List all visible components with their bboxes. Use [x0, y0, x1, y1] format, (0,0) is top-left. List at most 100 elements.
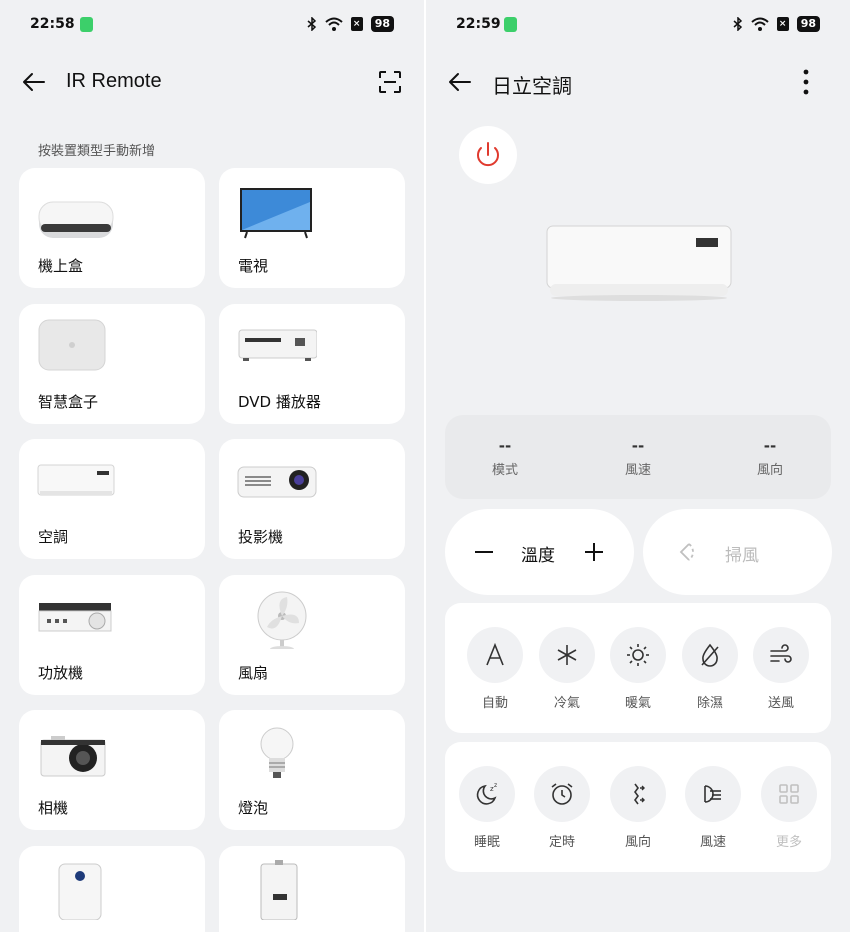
section-label: 按裝置類型手動新增: [38, 144, 156, 159]
camera-icon: [40, 736, 106, 777]
device-card-water-heater[interactable]: [219, 846, 405, 932]
info-label: 模式: [491, 463, 518, 478]
device-label: DVD 播放器: [238, 393, 321, 411]
power-icon: [477, 142, 499, 167]
swing-button[interactable]: 掃風: [643, 509, 832, 595]
mode-heat-button[interactable]: [610, 627, 666, 683]
device-label: 機上盒: [38, 257, 84, 275]
ac-remote-screen: 22:59 × 98 日立空調 -- 模式 -- 風速 -- 風向 溫度 掃風 …: [426, 0, 850, 932]
dvd-player-icon: [238, 329, 317, 361]
mode-auto-button[interactable]: [467, 627, 523, 683]
fan-speed-button[interactable]: [685, 766, 741, 822]
status-bar: 22:58 × 98: [0, 14, 424, 36]
no-sim-icon: ×: [776, 17, 789, 31]
notification-icon: [80, 17, 93, 32]
info-mode: -- 模式: [465, 437, 545, 478]
more-options-icon[interactable]: [802, 68, 810, 96]
mode-label: 送風: [767, 696, 794, 711]
page-title: 日立空調: [492, 76, 572, 98]
direction-button[interactable]: [610, 766, 666, 822]
air-conditioner-icon: [37, 464, 115, 496]
mode-label: 自動: [481, 696, 508, 711]
dehumidify-icon: [701, 643, 719, 667]
info-label: 風速: [624, 463, 651, 478]
device-card-projector[interactable]: 投影機: [219, 439, 405, 559]
fan-speed-icon: [704, 785, 721, 803]
swing-label: 掃風: [725, 546, 759, 566]
mode-cool-button[interactable]: [539, 627, 595, 683]
bluetooth-icon: [307, 17, 316, 31]
status-icons: × 98: [307, 16, 394, 32]
device-label: 燈泡: [238, 799, 269, 817]
info-value: --: [763, 437, 777, 455]
back-arrow-icon[interactable]: [20, 68, 48, 96]
status-time: 22:58: [30, 16, 75, 32]
timer-button[interactable]: [534, 766, 590, 822]
bluetooth-icon: [733, 17, 742, 31]
power-button[interactable]: [459, 126, 517, 184]
function-panel: zz 睡眠 定時 風向 風速 更多: [445, 742, 831, 872]
wind-icon: [770, 644, 792, 663]
status-icons: × 98: [733, 16, 820, 32]
smart-box-icon: [38, 319, 106, 371]
temp-minus-button[interactable]: [473, 541, 495, 563]
mode-dehumidify-button[interactable]: [682, 627, 738, 683]
air-conditioner-image: [546, 225, 732, 301]
auto-icon: [486, 643, 504, 666]
sleep-icon: zz: [476, 782, 497, 805]
info-direction: -- 風向: [730, 437, 810, 478]
scan-icon[interactable]: [378, 70, 402, 94]
info-value: --: [498, 437, 512, 455]
device-card-amplifier[interactable]: 功放機: [19, 575, 205, 695]
wifi-icon: [751, 17, 769, 31]
wifi-icon: [325, 17, 343, 31]
svg-text:z: z: [494, 782, 497, 789]
mode-label: 暖氣: [624, 696, 651, 711]
device-label: 風扇: [238, 664, 269, 682]
info-value: --: [631, 437, 645, 455]
battery-indicator: 98: [796, 16, 820, 32]
mode-fan-button[interactable]: [753, 627, 809, 683]
info-speed: -- 風速: [598, 437, 678, 478]
status-info-panel: -- 模式 -- 風速 -- 風向: [445, 415, 831, 499]
more-button[interactable]: [761, 766, 817, 822]
function-label: 風向: [624, 835, 651, 850]
app-bar: 日立空調: [426, 62, 850, 102]
device-label: 智慧盒子: [38, 393, 99, 411]
temp-plus-button[interactable]: [583, 541, 605, 563]
function-label: 定時: [548, 835, 575, 850]
device-card-ac[interactable]: 空調: [19, 439, 205, 559]
amplifier-icon: [38, 603, 112, 632]
device-card-dvd[interactable]: DVD 播放器: [219, 304, 405, 424]
no-sim-icon: ×: [350, 17, 363, 31]
device-card-bulb[interactable]: 燈泡: [219, 710, 405, 830]
air-purifier-icon: [58, 863, 102, 920]
device-label: 功放機: [38, 664, 84, 682]
device-card-tv[interactable]: 電視: [219, 168, 405, 288]
grid-icon: [779, 784, 799, 804]
projector-icon: [237, 466, 317, 498]
fan-icon: [257, 591, 307, 649]
function-label: 睡眠: [473, 835, 500, 850]
device-label: 空調: [38, 528, 69, 546]
tv-icon: [240, 188, 312, 239]
snowflake-icon: [557, 645, 577, 665]
device-label: 投影機: [238, 528, 284, 546]
temperature-control: 溫度: [445, 509, 634, 595]
temperature-label: 溫度: [521, 546, 555, 566]
alarm-icon: [551, 783, 573, 805]
back-arrow-icon[interactable]: [446, 68, 474, 96]
device-card-smart-box[interactable]: 智慧盒子: [19, 304, 205, 424]
sleep-button[interactable]: zz: [459, 766, 515, 822]
swing-icon: [679, 543, 694, 561]
device-card-camera[interactable]: 相機: [19, 710, 205, 830]
function-label: 風速: [699, 835, 726, 850]
mode-label: 除濕: [696, 696, 723, 711]
device-card-set-top-box[interactable]: 機上盒: [19, 168, 205, 288]
device-label: 電視: [238, 257, 269, 275]
device-card-air-purifier[interactable]: [19, 846, 205, 932]
device-card-fan[interactable]: 風扇: [219, 575, 405, 695]
status-bar: 22:59 × 98: [426, 14, 850, 36]
status-time: 22:59: [456, 16, 501, 32]
function-label: 更多: [775, 835, 802, 850]
